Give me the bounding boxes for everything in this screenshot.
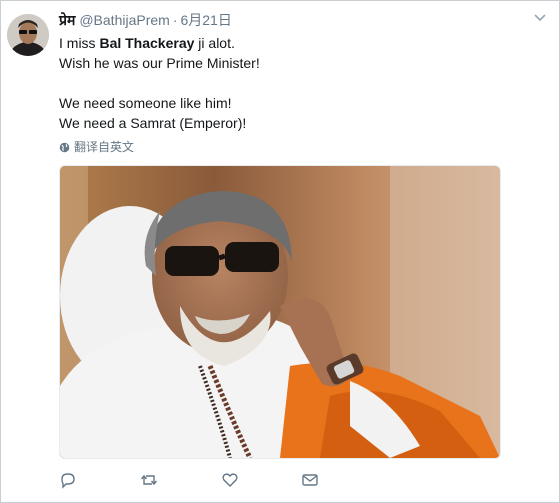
- tweet-actions: [59, 471, 499, 491]
- tweet-line-4: We need a Samrat (Emperor)!: [59, 115, 247, 131]
- tweet-line-1: I miss Bal Thackeray ji alot.: [59, 35, 235, 51]
- user-handle[interactable]: @BathijaPrem: [79, 12, 169, 28]
- tweet-card[interactable]: प्रेम @BathijaPrem · 6月21日 I miss Bal Thack…: [0, 0, 560, 503]
- tweet-photo[interactable]: [59, 165, 501, 459]
- timestamp-link[interactable]: 6月21日: [180, 12, 231, 28]
- retweet-button[interactable]: [140, 471, 158, 489]
- message-icon: [302, 474, 318, 486]
- retweet-icon: [140, 474, 158, 486]
- tweet-line-2: Wish he was our Prime Minister!: [59, 55, 260, 71]
- like-button[interactable]: [221, 471, 239, 489]
- tweet-text: I miss Bal Thackeray ji alot. Wish he wa…: [59, 33, 260, 133]
- reply-icon: [61, 473, 75, 489]
- avatar[interactable]: [7, 14, 49, 56]
- globe-icon: [59, 142, 70, 152]
- translate-link[interactable]: 翻译自英文: [59, 139, 134, 155]
- like-icon: [222, 473, 238, 487]
- display-name[interactable]: प्रेम: [59, 12, 75, 28]
- bold-name: Bal Thackeray: [99, 35, 195, 51]
- reply-button[interactable]: [59, 471, 77, 489]
- translate-label[interactable]: 翻译自英文: [74, 139, 134, 155]
- tweet-line-3: We need someone like him!: [59, 95, 232, 111]
- message-button[interactable]: [301, 471, 319, 489]
- separator-dot: ·: [172, 12, 178, 28]
- chevron-down-icon[interactable]: [533, 13, 547, 23]
- tweet-header: प्रेम @BathijaPrem · 6月21日: [59, 12, 232, 29]
